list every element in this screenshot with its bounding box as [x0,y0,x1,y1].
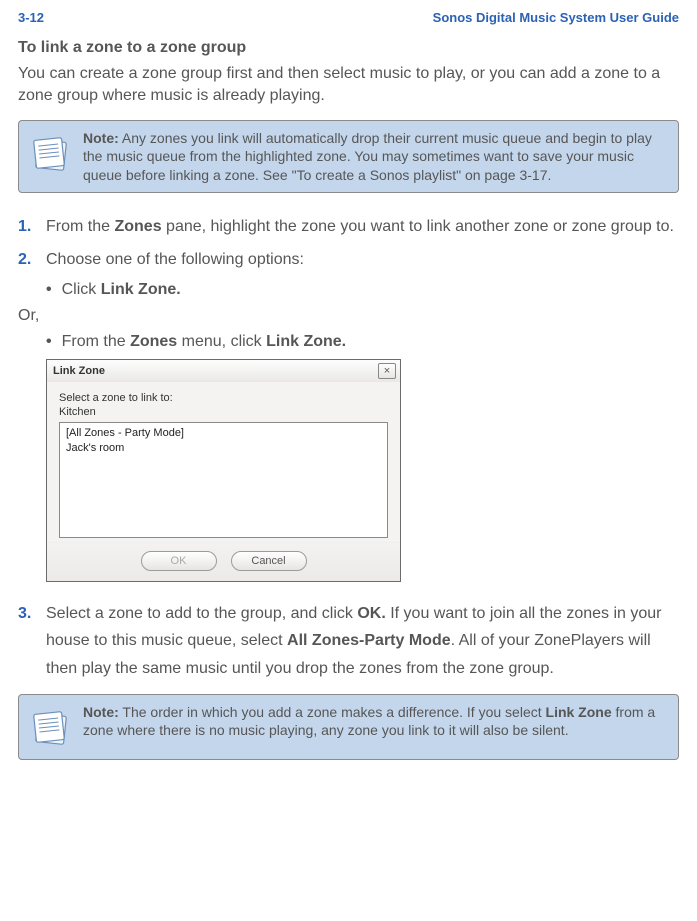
note-box-2: Note: The order in which you add a zone … [18,694,679,760]
bullet-2-text: From the Zones menu, click Link Zone. [62,333,347,351]
dialog-button-row: OK Cancel [47,542,400,581]
dialog-body: Select a zone to link to: Kitchen [All Z… [47,382,400,542]
step-1: 1. From the Zones pane, highlight the zo… [18,215,679,238]
bullet-dot-icon: • [46,333,52,351]
step-3-a: Select a zone to add to the group, and c… [46,605,357,622]
note-body: Any zones you link will automatically dr… [83,130,652,182]
bullet-2-b: Zones [130,333,177,350]
step-2: 2. Choose one of the following options: [18,248,679,271]
note-text-2: Note: The order in which you add a zone … [83,703,668,739]
note2-b: Link Zone [546,704,612,720]
step-1-text-c: pane, highlight the zone you want to lin… [162,218,674,235]
step-list-2: 3. Select a zone to add to the group, an… [18,600,679,682]
bullet-1: • Click Link Zone. [18,281,679,299]
step-3: 3. Select a zone to add to the group, an… [18,600,679,682]
bullet-2-d: Link Zone. [266,333,346,350]
bullet-1-bold: Link Zone. [101,281,181,298]
step-1-bold: Zones [114,218,161,235]
step-number-3: 3. [18,600,31,627]
bullet-dot-icon: • [46,281,52,299]
step-2-text: Choose one of the following options: [46,251,304,268]
list-item[interactable]: [All Zones - Party Mode] [65,426,382,441]
close-button[interactable]: × [378,363,396,379]
step-3-b: OK. [357,605,385,622]
link-zone-dialog: Link Zone × Select a zone to link to: Ki… [46,359,401,582]
or-text: Or, [18,307,679,325]
dialog-title: Link Zone [53,365,105,377]
page-number: 3-12 [18,10,44,25]
list-item[interactable]: Jack's room [65,441,382,456]
note-icon [29,133,73,177]
bullet-2: • From the Zones menu, click Link Zone. [18,333,679,351]
step-number-1: 1. [18,215,31,238]
intro-paragraph: You can create a zone group first and th… [18,63,679,106]
dialog-titlebar: Link Zone × [47,360,400,382]
page-header: 3-12 Sonos Digital Music System User Gui… [18,10,679,25]
cancel-button[interactable]: Cancel [231,551,307,571]
note2-a: The order in which you add a zone makes … [122,704,545,720]
step-list: 1. From the Zones pane, highlight the zo… [18,215,679,271]
zone-listbox[interactable]: [All Zones - Party Mode] Jack's room [59,422,388,538]
step-3-d: All Zones-Party Mode [287,632,451,649]
bullet-1-text: Click Link Zone. [62,281,181,299]
step-number-2: 2. [18,248,31,271]
note-box-1: Note: Any zones you link will automatica… [18,120,679,193]
note-icon [29,707,73,751]
dialog-current-zone: Kitchen [59,406,388,418]
section-heading: To link a zone to a zone group [18,39,679,57]
note-label: Note: [83,130,119,146]
note-text-1: Note: Any zones you link will automatica… [83,129,668,184]
dialog-label: Select a zone to link to: [59,392,388,404]
step-1-text-a: From the [46,218,114,235]
bullet-2-a: From the [62,333,130,350]
bullet-2-c: menu, click [177,333,266,350]
note-label: Note: [83,704,119,720]
ok-button[interactable]: OK [141,551,217,571]
bullet-1-a: Click [62,281,101,298]
guide-title: Sonos Digital Music System User Guide [433,10,679,25]
